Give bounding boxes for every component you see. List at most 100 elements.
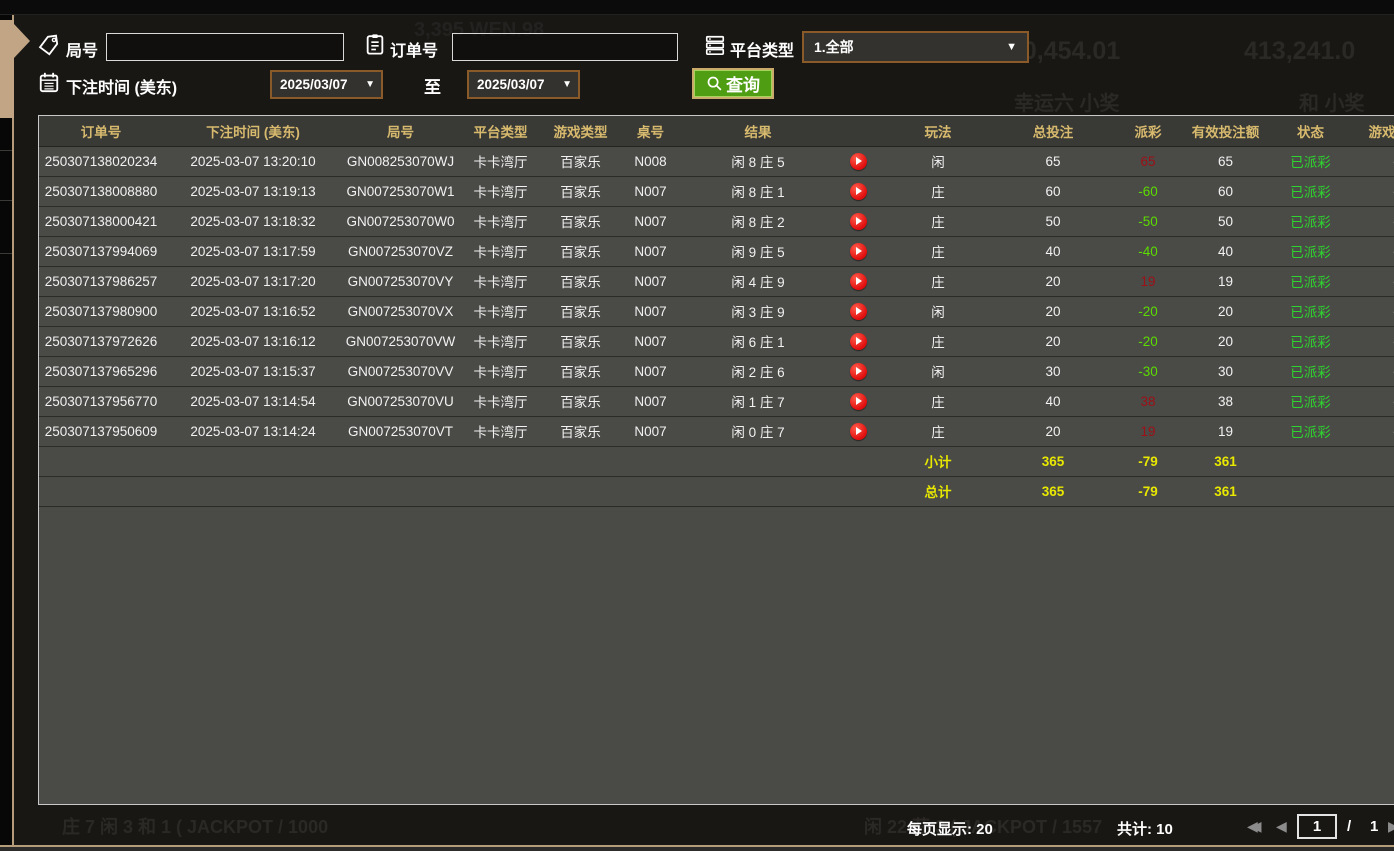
cell-result (683, 446, 833, 476)
cell-time (163, 476, 343, 506)
query-button[interactable]: 查询 (692, 68, 774, 99)
replay-button[interactable] (850, 273, 867, 290)
cell-game: 百家乐 (543, 416, 618, 446)
chevron-down-icon: ▼ (1006, 41, 1027, 53)
replay-button[interactable] (850, 213, 867, 230)
cell-status: 已派彩 (1268, 176, 1353, 206)
cell-extra: - (1353, 356, 1394, 386)
query-dialog-panel: 30,454.01 413,241.0 幸运六 小奖 和 小奖 3,395 WE… (12, 15, 1394, 846)
cell-status: 已派彩 (1268, 416, 1353, 446)
cell-time: 2025-03-07 13:16:12 (163, 326, 343, 356)
cell-extra: - (1353, 146, 1394, 176)
cell-round (343, 476, 458, 506)
col-payout: 派彩 (1113, 116, 1183, 146)
cell-platform (458, 476, 543, 506)
cell-replay (833, 236, 883, 266)
cell-bet_type: 庄 (883, 176, 993, 206)
cell-platform: 卡卡湾厅 (458, 386, 543, 416)
play-icon (856, 157, 862, 165)
cell-payout: -30 (1113, 356, 1183, 386)
cell-extra: - (1353, 206, 1394, 236)
table-row: 2503071379809002025-03-07 13:16:52GN0072… (39, 296, 1394, 326)
prev-page-icon[interactable]: ◀ (1276, 818, 1287, 835)
cell-game (543, 446, 618, 476)
table-header-row: 订单号 下注时间 (美东) 局号 平台类型 游戏类型 桌号 结果 玩法 总投注 … (39, 116, 1394, 146)
replay-button[interactable] (850, 333, 867, 350)
replay-button[interactable] (850, 423, 867, 440)
page-number-input[interactable] (1297, 814, 1337, 839)
cell-time: 2025-03-07 13:19:13 (163, 176, 343, 206)
replay-button[interactable] (850, 243, 867, 260)
replay-button[interactable] (850, 393, 867, 410)
cell-payout: 19 (1113, 266, 1183, 296)
cell-tbl: N007 (618, 416, 683, 446)
table-row: 2503071379506092025-03-07 13:14:24GN0072… (39, 416, 1394, 446)
cell-bet: 50 (993, 206, 1113, 236)
cell-game: 百家乐 (543, 296, 618, 326)
table-row: 2503071380088802025-03-07 13:19:13GN0072… (39, 176, 1394, 206)
cell-game (543, 476, 618, 506)
cell-tbl: N008 (618, 146, 683, 176)
date-from-select[interactable]: 2025/03/07 ▼ (270, 70, 383, 99)
cell-time: 2025-03-07 13:15:37 (163, 356, 343, 386)
cell-result: 闲 4 庄 9 (683, 266, 833, 296)
cell-platform: 卡卡湾厅 (458, 176, 543, 206)
cell-valid: 60 (1183, 176, 1268, 206)
cell-valid: 20 (1183, 326, 1268, 356)
cell-bet_type: 闲 (883, 296, 993, 326)
first-page-icon[interactable]: ◀◀ (1247, 818, 1255, 835)
cell-bet: 30 (993, 356, 1113, 386)
platform-type-value: 1.全部 (804, 37, 1006, 57)
platform-type-label: 平台类型 (730, 37, 794, 61)
cell-round: GN007253070W1 (343, 176, 458, 206)
cell-result: 闲 8 庄 1 (683, 176, 833, 206)
play-icon (856, 307, 862, 315)
to-label: 至 (424, 73, 441, 98)
cell-game: 百家乐 (543, 356, 618, 386)
cell-result: 闲 3 庄 9 (683, 296, 833, 326)
order-no-input[interactable] (452, 33, 678, 61)
side-tab[interactable] (0, 20, 14, 118)
cell-extra: - (1353, 266, 1394, 296)
cell-platform: 卡卡湾厅 (458, 296, 543, 326)
platform-type-select[interactable]: 1.全部 ▼ (802, 31, 1029, 63)
cell-status: 已派彩 (1268, 146, 1353, 176)
replay-button[interactable] (850, 153, 867, 170)
cell-payout: -79 (1113, 476, 1183, 506)
table-row: 2503071379652962025-03-07 13:15:37GN0072… (39, 356, 1394, 386)
cell-valid: 19 (1183, 266, 1268, 296)
cell-round: GN007253070VV (343, 356, 458, 386)
cell-result (683, 476, 833, 506)
cell-time: 2025-03-07 13:18:32 (163, 206, 343, 236)
round-no-input[interactable] (106, 33, 344, 61)
cell-extra (1353, 476, 1394, 506)
side-tab-arrow-icon[interactable] (14, 24, 30, 58)
cell-order: 250307137950609 (39, 416, 163, 446)
cell-platform: 卡卡湾厅 (458, 326, 543, 356)
cell-time: 2025-03-07 13:17:20 (163, 266, 343, 296)
cell-valid: 50 (1183, 206, 1268, 236)
cell-order (39, 446, 163, 476)
cell-status: 已派彩 (1268, 356, 1353, 386)
cell-extra: - (1353, 296, 1394, 326)
col-table-no: 桌号 (618, 116, 683, 146)
cell-bet: 20 (993, 266, 1113, 296)
cell-round: GN007253070VU (343, 386, 458, 416)
table-row: 2503071380004212025-03-07 13:18:32GN0072… (39, 206, 1394, 236)
replay-button[interactable] (850, 183, 867, 200)
cell-play (833, 476, 883, 506)
results-table: 订单号 下注时间 (美东) 局号 平台类型 游戏类型 桌号 结果 玩法 总投注 … (38, 115, 1394, 805)
replay-button[interactable] (850, 303, 867, 320)
chevron-down-icon: ▼ (365, 79, 381, 90)
date-to-select[interactable]: 2025/03/07 ▼ (467, 70, 580, 99)
cell-order: 250307137965296 (39, 356, 163, 386)
cell-valid: 38 (1183, 386, 1268, 416)
cell-bet_type: 庄 (883, 206, 993, 236)
replay-button[interactable] (850, 363, 867, 380)
cell-game: 百家乐 (543, 386, 618, 416)
cell-valid: 40 (1183, 236, 1268, 266)
summary-row-subtotal: 小计365-79361 (39, 446, 1394, 476)
cell-time (163, 446, 343, 476)
next-page-icon[interactable]: ▶ (1388, 818, 1394, 835)
cell-replay (833, 296, 883, 326)
